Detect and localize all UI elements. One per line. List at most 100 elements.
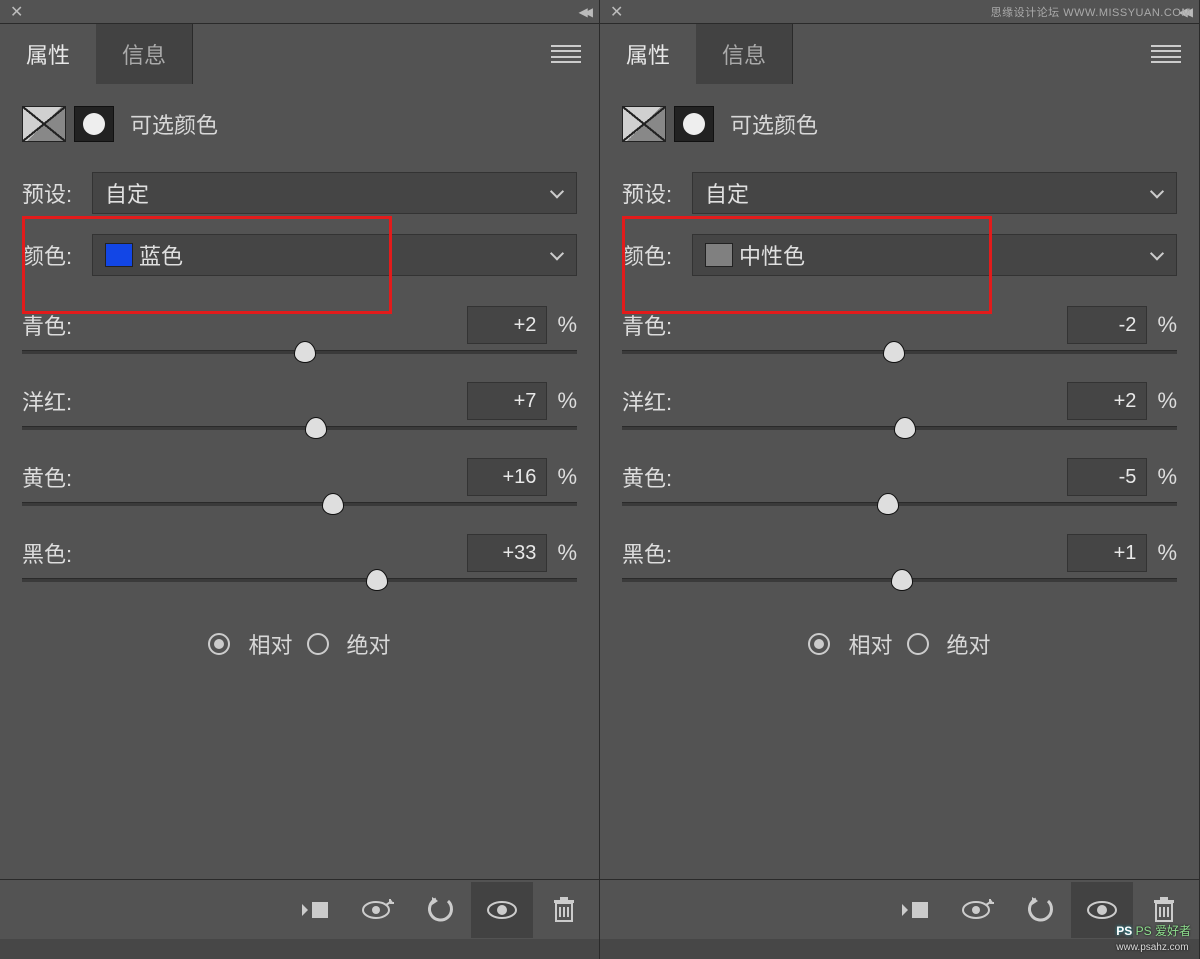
adjustment-icon <box>22 106 66 142</box>
value-input[interactable]: +16 <box>467 458 547 496</box>
color-dropdown[interactable]: 蓝色 <box>92 234 577 276</box>
chevron-down-icon <box>550 246 564 260</box>
radio-relative-label: 相对 <box>248 628 292 660</box>
view-previous-icon[interactable] <box>347 882 409 938</box>
slider-black: 黑色: +1 % <box>622 534 1177 592</box>
menu-icon[interactable] <box>1151 45 1181 63</box>
slider-track[interactable] <box>622 350 1177 354</box>
color-label: 颜色: <box>622 239 692 271</box>
slider-thumb[interactable] <box>877 493 899 515</box>
slider-black: 黑色: +33 % <box>22 534 577 592</box>
slider-yellow: 黄色: +16 % <box>22 458 577 516</box>
slider-label: 黄色: <box>22 461 72 493</box>
slider-thumb[interactable] <box>883 341 905 363</box>
close-icon[interactable]: ✕ <box>610 2 623 22</box>
value-input[interactable]: +2 <box>467 306 547 344</box>
value-input[interactable]: +7 <box>467 382 547 420</box>
slider-track[interactable] <box>622 578 1177 582</box>
slider-track[interactable] <box>22 426 577 430</box>
preset-dropdown[interactable]: 自定 <box>92 172 577 214</box>
color-dropdown[interactable]: 中性色 <box>692 234 1177 276</box>
panel-body: 可选颜色 预设: 自定 颜色: 蓝色 青色: +2 % <box>0 84 599 879</box>
clip-to-layer-icon[interactable] <box>285 882 347 938</box>
adjustment-title: 可选颜色 <box>730 108 818 140</box>
slider-thumb[interactable] <box>894 417 916 439</box>
percent-label: % <box>1157 540 1177 566</box>
tabbar: 属性 信息 <box>0 24 599 84</box>
radio-absolute[interactable] <box>307 633 329 655</box>
percent-label: % <box>557 540 577 566</box>
percent-label: % <box>557 388 577 414</box>
slider-thumb[interactable] <box>305 417 327 439</box>
mode-radios: 相对 绝对 <box>622 628 1177 660</box>
slider-track[interactable] <box>622 426 1177 430</box>
tab-properties[interactable]: 属性 <box>0 24 96 84</box>
watermark-bottom: PS PS 爱好者 www.psahz.com <box>1116 922 1191 953</box>
layer-mask-icon[interactable] <box>674 106 714 142</box>
tab-info[interactable]: 信息 <box>96 24 193 84</box>
slider-thumb[interactable] <box>891 569 913 591</box>
value-input[interactable]: -5 <box>1067 458 1147 496</box>
slider-track[interactable] <box>22 350 577 354</box>
layer-mask-icon[interactable] <box>74 106 114 142</box>
percent-label: % <box>1157 388 1177 414</box>
reset-icon[interactable] <box>409 882 471 938</box>
color-value: 中性色 <box>739 239 805 271</box>
watermark-top: 思缘设计论坛 WWW.MISSYUAN.COM <box>991 4 1191 20</box>
slider-label: 洋红: <box>22 385 72 417</box>
preset-label: 预设: <box>22 177 92 209</box>
adjustment-title: 可选颜色 <box>130 108 218 140</box>
value-input[interactable]: +33 <box>467 534 547 572</box>
slider-label: 黑色: <box>622 537 672 569</box>
slider-label: 黄色: <box>622 461 672 493</box>
percent-label: % <box>557 464 577 490</box>
close-icon[interactable]: ✕ <box>10 2 23 22</box>
slider-yellow: 黄色: -5 % <box>622 458 1177 516</box>
radio-relative-label: 相对 <box>848 628 892 660</box>
radio-relative[interactable] <box>808 633 830 655</box>
value-input[interactable]: +2 <box>1067 382 1147 420</box>
slider-track[interactable] <box>22 502 577 506</box>
preset-dropdown[interactable]: 自定 <box>692 172 1177 214</box>
slider-thumb[interactable] <box>366 569 388 591</box>
visibility-icon[interactable] <box>471 882 533 938</box>
mode-radios: 相对 绝对 <box>22 628 577 660</box>
slider-magenta: 洋红: +2 % <box>622 382 1177 440</box>
slider-thumb[interactable] <box>322 493 344 515</box>
preset-value: 自定 <box>705 177 749 209</box>
tab-properties[interactable]: 属性 <box>600 24 696 84</box>
percent-label: % <box>1157 312 1177 338</box>
slider-cyan: 青色: +2 % <box>22 306 577 364</box>
resize-grip[interactable] <box>600 939 1199 959</box>
chevron-down-icon <box>1150 246 1164 260</box>
slider-cyan: 青色: -2 % <box>622 306 1177 364</box>
adjustment-icon <box>622 106 666 142</box>
collapse-icon[interactable]: ◀◀ <box>579 5 589 19</box>
color-swatch <box>705 243 733 267</box>
slider-thumb[interactable] <box>294 341 316 363</box>
percent-label: % <box>1157 464 1177 490</box>
view-previous-icon[interactable] <box>947 882 1009 938</box>
resize-grip[interactable] <box>0 939 599 959</box>
radio-absolute-label: 绝对 <box>347 628 391 660</box>
tab-info[interactable]: 信息 <box>696 24 793 84</box>
panel-left: ✕ ◀◀ 属性 信息 可选颜色 预设: 自定 颜色: 蓝色 <box>0 0 600 959</box>
color-label: 颜色: <box>22 239 92 271</box>
value-input[interactable]: +1 <box>1067 534 1147 572</box>
chevron-down-icon <box>1150 184 1164 198</box>
slider-track[interactable] <box>22 578 577 582</box>
panel-body: 可选颜色 预设: 自定 颜色: 中性色 青色: -2 % <box>600 84 1199 879</box>
clip-to-layer-icon[interactable] <box>885 882 947 938</box>
reset-icon[interactable] <box>1009 882 1071 938</box>
slider-track[interactable] <box>622 502 1177 506</box>
delete-icon[interactable] <box>533 882 595 938</box>
slider-label: 青色: <box>22 309 72 341</box>
slider-label: 青色: <box>622 309 672 341</box>
radio-relative[interactable] <box>208 633 230 655</box>
menu-icon[interactable] <box>551 45 581 63</box>
slider-magenta: 洋红: +7 % <box>22 382 577 440</box>
color-value: 蓝色 <box>139 239 183 271</box>
radio-absolute[interactable] <box>907 633 929 655</box>
percent-label: % <box>557 312 577 338</box>
value-input[interactable]: -2 <box>1067 306 1147 344</box>
